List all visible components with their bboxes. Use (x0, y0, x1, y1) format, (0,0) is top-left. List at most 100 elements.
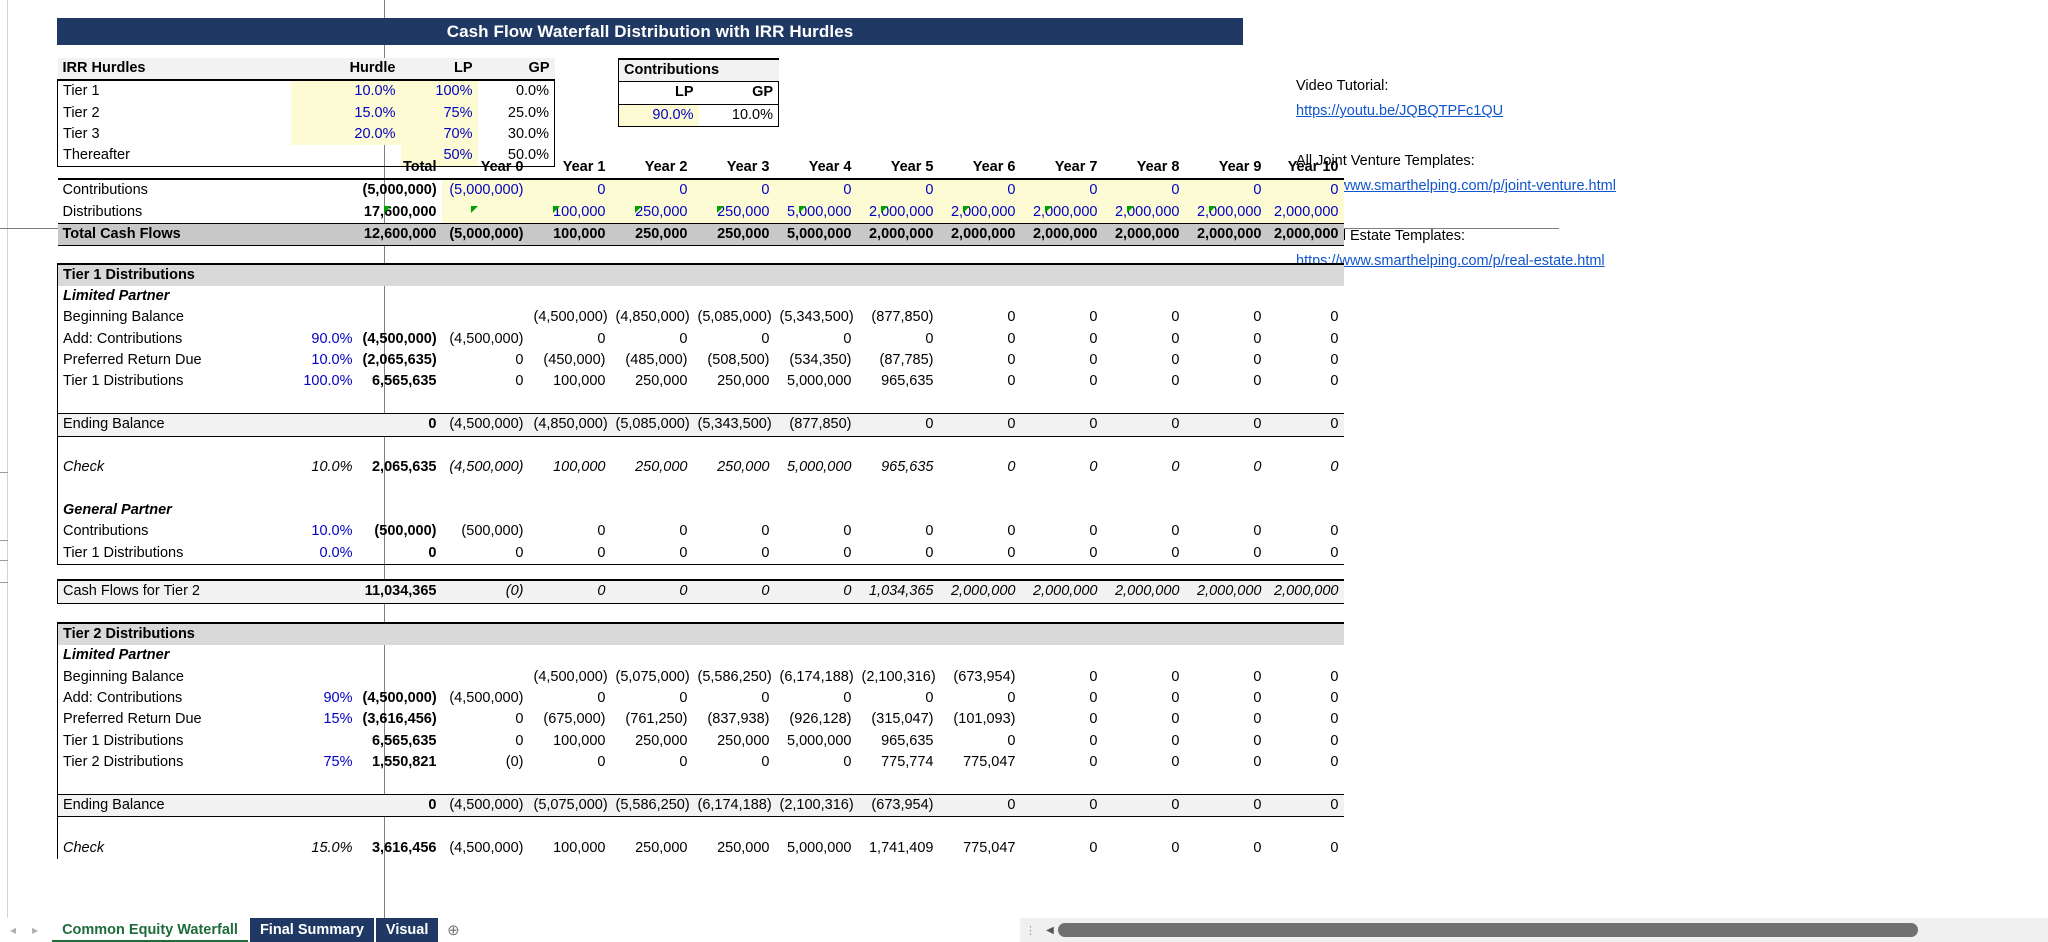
cell-y4: 0 (774, 542, 857, 565)
cell-y7: 0 (1089, 309, 1098, 326)
tier1-hurdle-input[interactable]: 10.0% (290, 80, 401, 103)
distributions-y5-input[interactable]: 2,000,000 (856, 201, 939, 224)
cell-y7: 0 (1089, 351, 1098, 368)
spacer-row (58, 246, 1344, 264)
table-row: Tier 1 Distributions 100.0% 6,565,635 0 … (57, 371, 1344, 393)
empty-cell (285, 413, 358, 437)
tier1-lp-input[interactable]: 100% (400, 80, 478, 103)
distributions-y6-input[interactable]: 2,000,000 (938, 201, 1021, 224)
tier2-gp-value: 25.0% (477, 102, 555, 124)
contributions-y9-input[interactable]: 0 (1184, 178, 1267, 202)
cell-y1: (4,850,000) (528, 413, 611, 437)
table-row: Tier 3 20.0% 70% 30.0% (57, 123, 555, 146)
tier-label: Tier 2 (57, 102, 291, 124)
tier2-check-row: Check 15.0% 3,616,456 (4,500,000) 100,00… (57, 838, 1344, 860)
spacer-row (57, 392, 1344, 414)
col-header-total: Total (402, 159, 437, 175)
next-sheet-arrow-icon[interactable]: ▸ (32, 923, 38, 937)
cell-y10: 0 (1330, 373, 1339, 390)
distributions-y2-input[interactable]: 250,000 (610, 201, 693, 224)
cell-y1: (4,500,000) (533, 309, 608, 326)
cell-y8: 0 (1171, 351, 1180, 368)
col-header-gp: GP (477, 58, 555, 82)
cell-y4: 0 (843, 330, 852, 347)
distributions-y3-input[interactable]: 250,000 (692, 201, 775, 224)
sheet-tab-common-equity-waterfall[interactable]: Common Equity Waterfall (52, 918, 248, 942)
empty-cell (285, 222, 358, 247)
spacer-row (57, 478, 1344, 500)
contrib-gp-value: 10.0% (698, 103, 780, 127)
sheet-tab-final-summary[interactable]: Final Summary (249, 918, 374, 942)
table-row: Add: Contributions 90% (4,500,000) (4,50… (57, 688, 1344, 710)
empty-cell (357, 622, 442, 646)
cell-y8: 0 (1171, 330, 1180, 347)
cell-y0: (0) (441, 579, 529, 604)
contributions-y3-input[interactable]: 0 (692, 178, 775, 202)
scrollbar-split-handle[interactable]: ⋮ (1020, 924, 1042, 937)
table-row: Add: Contributions 90.0% (4,500,000) (4,… (57, 328, 1344, 350)
comment-indicator-icon (1045, 206, 1052, 213)
cell-y2: (5,075,000) (615, 668, 690, 685)
contributions-y4-input[interactable]: 0 (774, 178, 857, 202)
contrib-lp-input[interactable]: 90.0% (618, 103, 699, 127)
distributions-total: 17,600,000 (363, 203, 437, 220)
sheet-tab-visual[interactable]: Visual (375, 918, 439, 942)
cell-y2: (761,250) (625, 711, 688, 728)
contributions-y1-input[interactable]: 0 (528, 178, 611, 202)
distributions-y10-input[interactable]: 2,000,000 (1266, 201, 1344, 224)
distributions-y4-input[interactable]: 5,000,000 (774, 201, 857, 224)
tier2-hurdle-input[interactable]: 15.0% (290, 102, 401, 124)
cell-y9: 0 (1253, 373, 1262, 390)
empty-cell (285, 262, 358, 286)
cell-y1: 0 (597, 690, 606, 707)
cell-y4: 5,000,000 (786, 373, 852, 390)
cell-y5: 0 (925, 523, 934, 540)
contributions-y6-input[interactable]: 0 (938, 178, 1021, 202)
joint-venture-templates-link[interactable]: https://www.smarthelping.com/p/joint-ven… (1296, 174, 1916, 199)
contributions-y2-input[interactable]: 0 (610, 178, 693, 202)
distributions-y1-input[interactable]: 100,000 (528, 201, 611, 224)
total-cash-flows-total: 12,600,000 (357, 222, 442, 247)
tier3-hurdle-input[interactable]: 20.0% (290, 123, 401, 146)
cell-y2: 250,000 (635, 459, 688, 476)
video-tutorial-link[interactable]: https://youtu.be/JQBQTPFc1QU (1296, 99, 1916, 124)
cell-y2: 250,000 (635, 373, 688, 390)
cell-y0: (4,500,000) (441, 413, 529, 437)
cell-y1: 0 (597, 523, 606, 540)
spacer-row (57, 773, 1344, 795)
distributions-y9-input[interactable]: 2,000,000 (1184, 201, 1267, 224)
distributions-y8-input[interactable]: 2,000,000 (1102, 201, 1185, 224)
real-estate-templates-link[interactable]: https://www.smarthelping.com/p/real-esta… (1296, 249, 1916, 274)
cell-y7: 0 (1020, 542, 1103, 565)
contributions-box-title-row: Contributions (617, 58, 779, 82)
contributions-y5-input[interactable]: 0 (856, 178, 939, 202)
tier2-lp-input[interactable]: 75% (400, 102, 478, 124)
distributions-y7-input[interactable]: 2,000,000 (1020, 201, 1103, 224)
horizontal-scrollbar[interactable]: ⋮ ◀ (1020, 918, 2048, 942)
row-pct: 15.0% (311, 840, 353, 857)
total-cash-flows-y0: (5,000,000) (441, 222, 529, 247)
cell-y2: 0 (679, 753, 688, 770)
comment-indicator-icon (1209, 206, 1216, 213)
prev-sheet-arrow-icon[interactable]: ◂ (10, 923, 16, 937)
add-sheet-button[interactable]: ⊕ (440, 918, 466, 942)
row-pct (286, 667, 358, 688)
contributions-y0-input[interactable]: (5,000,000) (441, 178, 529, 202)
contributions-y7-input[interactable]: 0 (1020, 178, 1103, 202)
cell-y1: 100,000 (553, 840, 606, 857)
tier3-lp-input[interactable]: 70% (400, 123, 478, 146)
scrollbar-thumb[interactable] (1058, 923, 1918, 937)
distributions-y0-input[interactable] (441, 201, 529, 224)
contributions-y10-input[interactable]: 0 (1266, 178, 1344, 202)
empty-cell (357, 262, 442, 286)
contributions-y8-input[interactable]: 0 (1102, 178, 1185, 202)
cell-y2: 0 (610, 542, 693, 565)
cell-y6: 0 (1007, 690, 1016, 707)
cell-y4: 5,000,000 (786, 732, 852, 749)
cell-y9: 0 (1253, 668, 1262, 685)
contrib-col-header-gp: GP (698, 81, 780, 105)
scrollbar-track[interactable] (1058, 918, 2048, 942)
scroll-left-arrow-icon[interactable]: ◀ (1042, 925, 1058, 936)
cell-y7: 0 (1020, 794, 1103, 818)
cell-y4: 0 (774, 579, 857, 604)
